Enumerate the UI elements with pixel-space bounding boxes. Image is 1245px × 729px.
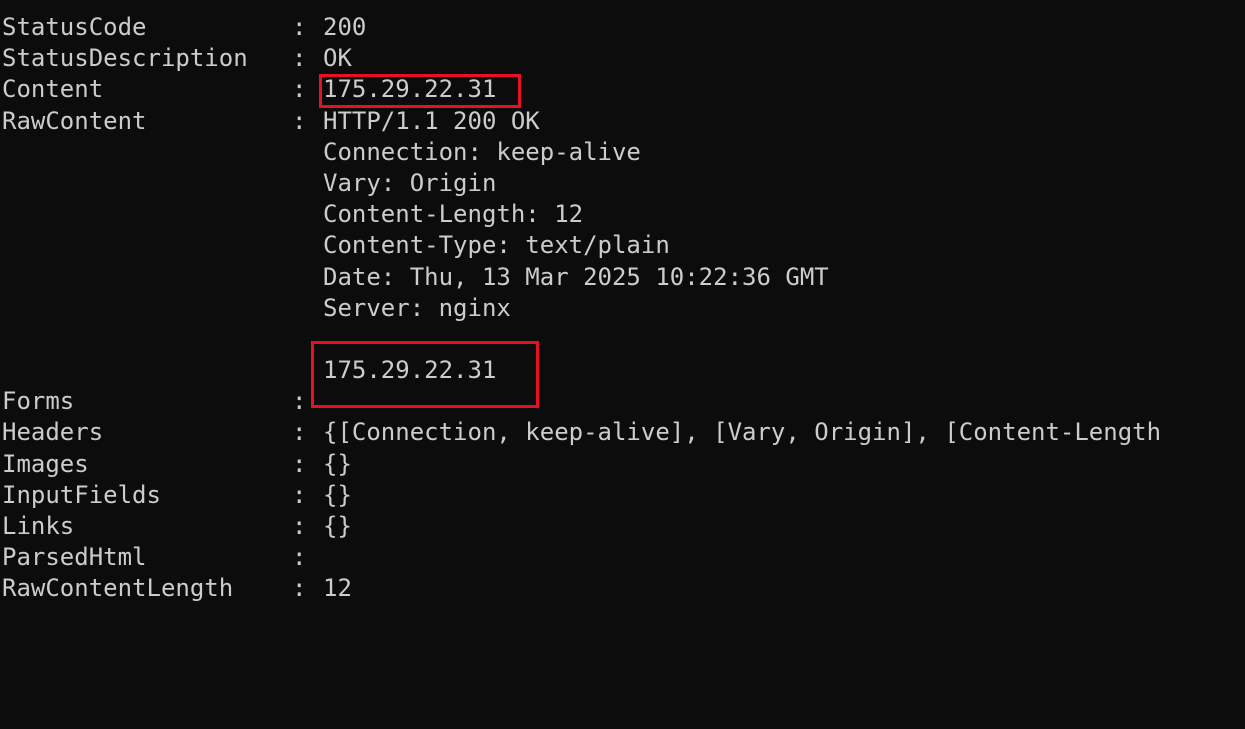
property-separator: :	[292, 480, 307, 509]
property-separator: :	[292, 75, 307, 104]
property-separator: :	[292, 543, 307, 572]
property-label: Headers	[2, 418, 104, 447]
property-separator: :	[292, 44, 307, 73]
property-label: Links	[2, 512, 75, 540]
raw-header-line: Connection: keep-alive	[323, 137, 641, 166]
output-line-raw-content-continuation: Content-Length: 12	[2, 199, 1245, 230]
content-ip-value: 175.29.22.31	[323, 75, 497, 104]
output-line-raw-content-continuation: Connection: keep-alive	[2, 137, 1245, 168]
property-label: InputFields	[2, 480, 161, 509]
property-value: OK	[323, 44, 352, 73]
property-label: ParsedHtml	[2, 543, 147, 572]
output-line-links: Links : {}	[2, 511, 1245, 542]
property-value: {[Connection, keep-alive], [Vary, Origin…	[323, 418, 1162, 447]
output-line-parsed-html: ParsedHtml :	[2, 542, 1245, 573]
property-label: StatusCode	[2, 13, 147, 41]
output-line-raw-content-body: 175.29.22.31	[2, 355, 1245, 386]
raw-header-line: Content-Type: text/plain	[323, 231, 670, 260]
raw-header-line: Content-Length: 12	[323, 200, 584, 229]
property-label: Content	[2, 75, 104, 104]
output-line-raw-content-length: RawContentLength : 12	[2, 573, 1245, 604]
property-label: Forms	[2, 387, 75, 416]
property-separator: :	[292, 574, 307, 603]
output-line-raw-content-continuation: Vary: Origin	[2, 168, 1245, 199]
property-value: {}	[323, 449, 352, 478]
property-label: StatusDescription	[2, 44, 248, 73]
property-separator: :	[292, 512, 307, 540]
output-line-raw-content: RawContent : HTTP/1.1 200 OK	[2, 106, 1245, 137]
output-line-status-code: StatusCode : 200	[2, 12, 1245, 43]
property-label: RawContentLength	[2, 574, 234, 603]
output-line-raw-content-continuation: Content-Type: text/plain	[2, 230, 1245, 261]
output-line-images: Images : {}	[2, 449, 1245, 480]
output-line-status-description: StatusDescription : OK	[2, 43, 1245, 74]
output-line-raw-content-continuation: Server: nginx	[2, 293, 1245, 324]
property-separator: :	[292, 13, 307, 41]
property-label: Images	[2, 449, 89, 478]
raw-header-line: Date: Thu, 13 Mar 2025 10:22:36 GMT	[323, 262, 829, 291]
output-line-input-fields: InputFields : {}	[2, 480, 1245, 511]
terminal-output: StatusCode : 200 StatusDescription : OK …	[2, 12, 1245, 605]
property-separator: :	[292, 449, 307, 478]
raw-header-line: Vary: Origin	[323, 168, 497, 197]
property-separator: :	[292, 387, 307, 416]
property-value: {}	[323, 480, 352, 509]
property-separator: :	[292, 418, 307, 447]
property-value: {}	[323, 512, 352, 540]
property-label: RawContent	[2, 106, 147, 135]
output-line-headers: Headers : {[Connection, keep-alive], [Va…	[2, 417, 1245, 448]
output-line-content: Content : 175.29.22.31	[2, 74, 1245, 105]
property-value: 12	[323, 574, 352, 603]
property-separator: :	[292, 106, 307, 135]
output-line-blank	[2, 324, 1245, 355]
property-value: HTTP/1.1 200 OK	[323, 106, 540, 135]
output-line-raw-content-continuation: Date: Thu, 13 Mar 2025 10:22:36 GMT	[2, 262, 1245, 293]
output-line-forms: Forms :	[2, 386, 1245, 417]
raw-header-line: Server: nginx	[323, 293, 511, 322]
raw-body-ip-value: 175.29.22.31	[323, 356, 497, 385]
property-value: 200	[323, 13, 367, 41]
